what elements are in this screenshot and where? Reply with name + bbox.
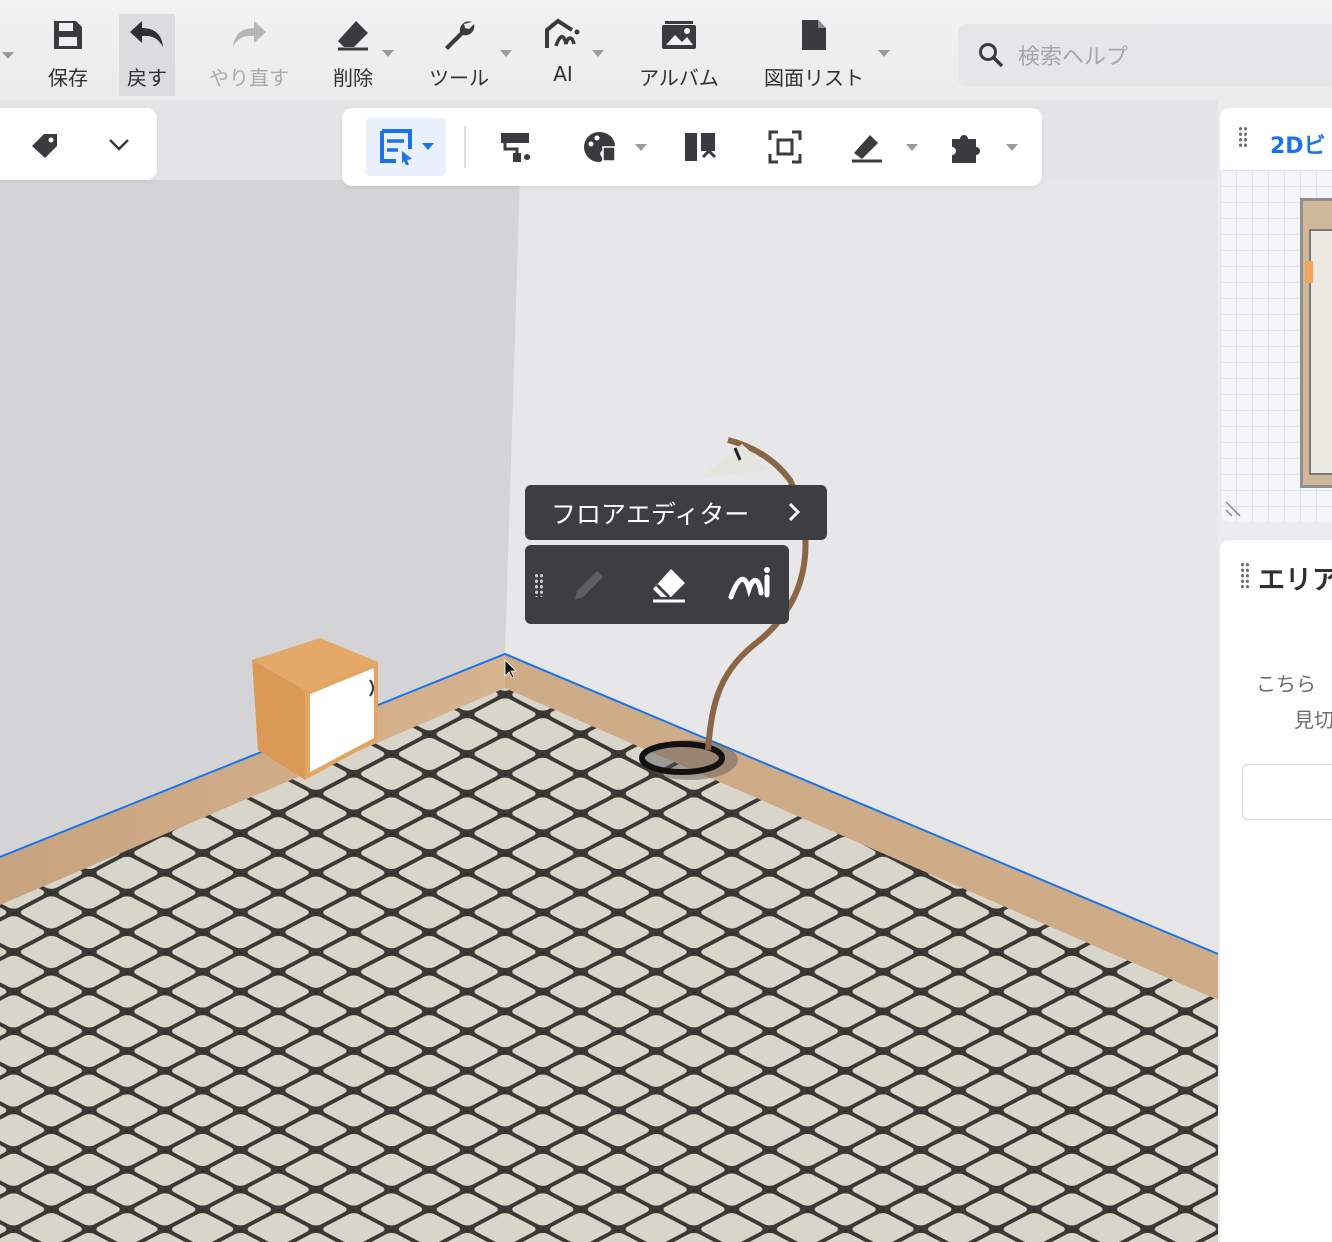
album-button[interactable]: アルバム [636,14,722,96]
toolbar-left-caret-icon[interactable] [2,52,14,59]
eraser-icon [333,14,373,56]
undo-icon [127,14,167,56]
save-label: 保存 [48,66,88,90]
2d-room-outline [1300,198,1332,488]
chevron-right-icon [788,502,801,522]
floor-editor-button[interactable]: フロアエディター [525,485,827,540]
delete-dropdown-icon[interactable] [382,50,394,57]
tag-icon[interactable] [30,132,60,160]
area-panel-text-1: こちら [1256,672,1316,696]
tools-button[interactable]: ツール [424,14,494,96]
search-placeholder: 検索ヘルプ [1018,45,1129,70]
album-icon [659,14,699,56]
undo-label: 戻す [127,66,167,90]
tool-divider [464,126,466,168]
drag-handle-icon[interactable] [1240,562,1250,588]
measure-tool-button[interactable] [846,118,920,176]
drawing-list-label: 図面リスト [764,66,864,90]
drag-handle-icon[interactable] [1238,126,1248,148]
area-panel-input[interactable] [1242,764,1332,820]
undo-button[interactable]: 戻す [119,14,175,96]
ai-dropdown-icon[interactable] [592,50,604,57]
document-icon [794,14,834,56]
delete-label: 削除 [333,66,373,90]
tools-label: ツール [429,66,489,90]
redo-label: やり直す [209,66,289,90]
fit-view-button[interactable] [760,118,810,176]
floor-editor-toolbar [525,545,789,624]
save-button[interactable]: 保存 [44,14,92,96]
search-help[interactable]: 検索ヘルプ [958,24,1332,86]
save-icon [48,14,88,56]
ai-label: AI [553,62,573,86]
paint-roller-icon [501,133,530,162]
split-tool-button[interactable] [676,118,726,176]
fit-frame-icon [768,130,802,164]
main-toolbar: 保存 戻す やり直す 削除 ツール AI アルバム 図面リスト 検索ヘルプ [0,0,1332,100]
view-tool-strip [342,108,1042,186]
ai-button[interactable]: AI [542,14,584,96]
ai-icon [543,14,583,56]
select-list-icon [380,129,434,165]
select-tool-button[interactable] [366,118,446,176]
redo-icon [229,14,269,56]
material-tool-button[interactable] [578,118,650,176]
puzzle-icon [952,135,1018,163]
paint-tool-button[interactable] [490,118,540,176]
chevron-down-icon[interactable] [108,138,130,152]
drag-handle-icon[interactable] [534,573,544,597]
resize-handle-icon[interactable] [1222,494,1248,520]
ai-draw-icon[interactable] [727,565,773,605]
palette-icon [584,132,647,162]
pencil-icon[interactable] [569,565,609,605]
tools-dropdown-icon[interactable] [500,50,512,57]
wrench-icon [439,14,479,56]
redo-button[interactable]: やり直す [205,14,293,96]
eraser-icon[interactable] [649,565,689,605]
2d-view-panel[interactable]: 2Dビ [1220,108,1332,522]
floor-editor-title: フロアエディター [551,499,750,529]
ruler-pen-icon [852,135,918,163]
search-icon [979,43,1004,68]
area-panel-text-2: 見切 [1294,708,1332,732]
area-panel: エリア こちら 見切 [1220,540,1332,1242]
album-label: アルバム [639,66,719,90]
drawing-list-button[interactable]: 図面リスト [758,14,870,96]
2d-view-title: 2Dビ [1270,134,1326,159]
tag-panel [0,108,157,180]
split-icon [685,133,717,161]
drawing-list-dropdown-icon[interactable] [878,50,890,57]
plugin-tool-button[interactable] [946,118,1020,176]
area-panel-title: エリア [1258,565,1332,596]
delete-button[interactable]: 削除 [330,14,376,96]
